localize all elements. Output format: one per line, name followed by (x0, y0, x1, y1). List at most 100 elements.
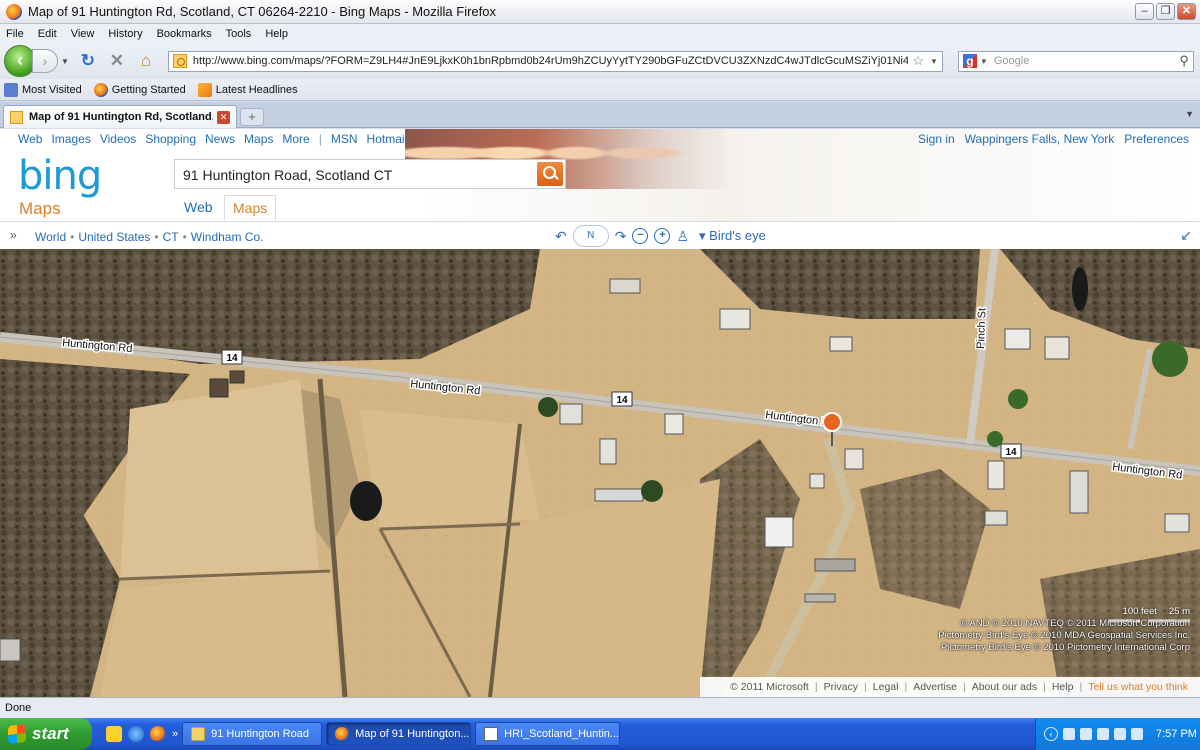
list-all-tabs-icon[interactable]: ▼ (1185, 109, 1194, 119)
sign-in-link[interactable]: Sign in (918, 132, 955, 146)
breadcrumb-united-states[interactable]: United States (78, 230, 150, 244)
bing-search-box[interactable]: 91 Huntington Road, Scotland CT (174, 159, 566, 189)
svg-text:14: 14 (1005, 447, 1017, 458)
zoom-out-icon[interactable]: − (632, 228, 649, 244)
footer-separator: | (864, 681, 867, 693)
expand-panel-icon[interactable]: » (10, 228, 17, 242)
bing-search-input[interactable]: 91 Huntington Road, Scotland CT (183, 167, 392, 183)
nav-shopping[interactable]: Shopping (145, 132, 196, 146)
network-icon[interactable] (1063, 728, 1075, 740)
footer-help-link[interactable]: Help (1052, 681, 1074, 693)
view-mode-dropdown[interactable]: ▾ Bird's eye (699, 228, 766, 244)
footer-about-ads-link[interactable]: About our ads (972, 681, 1037, 693)
home-icon[interactable]: ⌂ (133, 48, 159, 74)
volume-icon[interactable] (1080, 728, 1092, 740)
url-bar[interactable]: http://www.bing.com/maps/?FORM=Z9LH4#JnE… (167, 50, 943, 72)
breadcrumb-world[interactable]: World (35, 230, 66, 244)
tray-app-icon[interactable] (1131, 728, 1143, 740)
bookmark-latest-headlines[interactable]: Latest Headlines (197, 82, 298, 97)
bing-header: Web Images Videos Shopping News Maps Mor… (0, 129, 1200, 221)
vertical-tab-web[interactable]: Web (176, 195, 221, 221)
menu-tools[interactable]: Tools (226, 28, 252, 40)
preferences-link[interactable]: Preferences (1124, 132, 1189, 146)
location-link[interactable]: Wappingers Falls, New York (965, 132, 1115, 146)
rotate-right-icon[interactable]: ↷ (615, 226, 627, 246)
collapse-corner-icon[interactable]: ↙ (1180, 227, 1192, 244)
window-titlebar: Map of 91 Huntington Rd, Scotland, CT 06… (0, 0, 1200, 24)
footer-advertise-link[interactable]: Advertise (913, 681, 957, 693)
menu-history[interactable]: History (108, 28, 142, 40)
clock[interactable]: 7:57 PM (1156, 728, 1197, 740)
nav-more[interactable]: More (282, 132, 309, 146)
nav-news[interactable]: News (205, 132, 235, 146)
streetside-person-icon[interactable]: ♙ (676, 226, 689, 246)
bing-logo[interactable]: bing (18, 153, 102, 199)
bookmark-most-visited[interactable]: Most Visited (4, 82, 82, 97)
menu-view[interactable]: View (71, 28, 95, 40)
street-label-pinch: Pinch St (975, 308, 988, 349)
folder-icon (191, 727, 206, 741)
forward-button[interactable]: › (32, 49, 58, 73)
task-firefox[interactable]: Map of 91 Huntington... (326, 722, 472, 746)
bookmark-getting-started[interactable]: Getting Started (93, 82, 186, 97)
footer-separator: | (814, 681, 818, 693)
new-tab-button[interactable]: + (240, 108, 264, 126)
svg-text:14: 14 (226, 353, 238, 364)
maps-product-label: Maps (19, 199, 61, 218)
nav-msn[interactable]: MSN (331, 132, 358, 146)
menu-edit[interactable]: Edit (38, 28, 57, 40)
breadcrumb-ct[interactable]: CT (163, 230, 179, 244)
reload-icon[interactable]: ↻ (75, 48, 101, 74)
nav-maps[interactable]: Maps (244, 132, 273, 146)
menu-bookmarks[interactable]: Bookmarks (157, 28, 212, 40)
quick-launch-more-icon[interactable]: » (172, 728, 178, 740)
aim-icon[interactable] (106, 726, 122, 742)
rotate-left-icon[interactable]: ↶ (555, 226, 567, 246)
compass[interactable]: N (572, 225, 609, 247)
search-bar[interactable]: g ▼ Google ⚲ (957, 50, 1194, 72)
stop-icon[interactable]: ✕ (104, 48, 130, 74)
internet-explorer-icon[interactable] (128, 726, 144, 742)
url-dropdown-icon[interactable]: ▼ (930, 57, 938, 66)
breadcrumb-windham[interactable]: Windham Co. (191, 230, 264, 244)
nav-images[interactable]: Images (51, 132, 90, 146)
aerial-map[interactable]: 14 14 14 Huntington Rd Huntington Rd Hun… (0, 248, 1200, 697)
nav-web[interactable]: Web (18, 132, 42, 146)
google-icon[interactable]: g (962, 54, 977, 68)
search-input[interactable]: Google (994, 55, 1180, 67)
bing-favicon-icon (10, 110, 23, 124)
history-dropdown-icon[interactable]: ▼ (61, 57, 69, 66)
search-engine-dropdown-icon[interactable]: ▼ (980, 57, 988, 66)
start-button[interactable]: start (0, 718, 92, 750)
bookmark-star-icon[interactable]: ☆ (912, 53, 924, 69)
security-icon[interactable] (1097, 728, 1109, 740)
bing-search-button[interactable] (537, 162, 563, 186)
menu-file[interactable]: File (6, 28, 24, 40)
restore-button[interactable]: ❐ (1156, 3, 1175, 20)
tab-bing-maps[interactable]: Map of 91 Huntington Rd, Scotland, C... … (3, 105, 237, 128)
menu-help[interactable]: Help (265, 28, 288, 40)
footer-feedback-link[interactable]: Tell us what you think (1088, 681, 1188, 693)
tray-app-icon[interactable] (1114, 728, 1126, 740)
tab-close-icon[interactable]: ✕ (217, 110, 230, 124)
bookmarks-toolbar: Most Visited Getting Started Latest Head… (0, 79, 1200, 101)
zoom-in-icon[interactable]: + (654, 228, 671, 244)
footer-privacy-link[interactable]: Privacy (824, 681, 858, 693)
nav-videos[interactable]: Videos (100, 132, 136, 146)
close-button[interactable]: ✕ (1177, 3, 1196, 20)
search-icon[interactable]: ⚲ (1179, 53, 1189, 69)
firefox-icon (335, 727, 350, 741)
firefox-icon[interactable] (150, 726, 166, 742)
task-folder[interactable]: 91 Huntington Road (182, 722, 323, 746)
nav-hotmail[interactable]: Hotmail (367, 132, 408, 146)
footer-legal-link[interactable]: Legal (873, 681, 899, 693)
vertical-tab-maps[interactable]: Maps (224, 195, 277, 221)
bing-favicon-icon (172, 54, 187, 68)
minimize-button[interactable]: ‒ (1135, 3, 1154, 20)
task-document[interactable]: HRI_Scotland_Huntin... (475, 722, 621, 746)
url-text[interactable]: http://www.bing.com/maps/?FORM=Z9LH4#JnE… (193, 55, 908, 67)
nav-separator: | (318, 132, 322, 146)
windows-logo-icon (8, 724, 26, 744)
view-mode-label: Bird's eye (709, 228, 766, 243)
tray-expand-icon[interactable]: ‹ (1044, 727, 1058, 741)
